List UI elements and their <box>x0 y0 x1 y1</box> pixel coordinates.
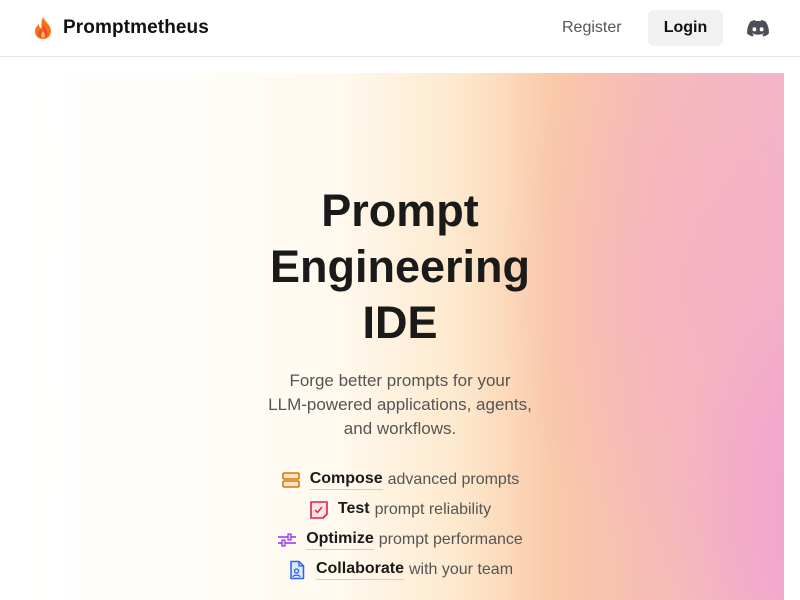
register-link[interactable]: Register <box>554 10 630 46</box>
feature-item-optimize: Optimize prompt performance <box>16 525 784 555</box>
feature-text: with your team <box>408 561 514 578</box>
hero-title: Prompt Engineering IDE <box>216 183 584 351</box>
feature-keyword[interactable]: Optimize <box>306 530 374 550</box>
login-button[interactable]: Login <box>648 10 723 46</box>
brand-link[interactable]: Promptmetheus <box>32 16 209 40</box>
discord-link[interactable] <box>744 16 772 40</box>
sliders-icon <box>278 533 297 547</box>
checklist-icon <box>310 501 328 519</box>
feature-list: Compose advanced prompts Test prompt rel… <box>16 465 784 585</box>
feature-item-collaborate: Collaborate with your team <box>16 555 784 585</box>
hero-title-line: Prompt <box>321 185 479 236</box>
feature-keyword[interactable]: Collaborate <box>315 560 404 580</box>
feature-item-test: Test prompt reliability <box>16 495 784 525</box>
feature-text: advanced prompts <box>387 471 520 488</box>
file-user-icon <box>290 560 305 580</box>
hero-title-line: Engineering <box>269 241 531 292</box>
feature-keyword[interactable]: Test <box>338 500 370 520</box>
hero-subtitle-line: LLM-powered applications, agents, <box>268 395 532 414</box>
hero-title-line: IDE <box>362 297 438 348</box>
stack-icon <box>281 472 300 488</box>
hero-subtitle-line: and workflows. <box>343 419 457 438</box>
top-navbar: Promptmetheus Register Login <box>0 0 800 57</box>
discord-icon <box>747 19 769 37</box>
hero-section: Prompt Engineering IDE Forge better prom… <box>16 73 784 600</box>
feature-text: prompt reliability <box>374 501 492 518</box>
hero-subtitle-line: Forge better prompts for your <box>289 371 511 390</box>
brand-name: Promptmetheus <box>63 17 209 38</box>
feature-item-compose: Compose advanced prompts <box>16 465 784 495</box>
feature-keyword[interactable]: Compose <box>309 470 383 490</box>
feature-text: prompt performance <box>378 531 523 548</box>
flame-icon <box>35 17 51 39</box>
hero-subtitle: Forge better prompts for your LLM-powere… <box>230 369 570 441</box>
